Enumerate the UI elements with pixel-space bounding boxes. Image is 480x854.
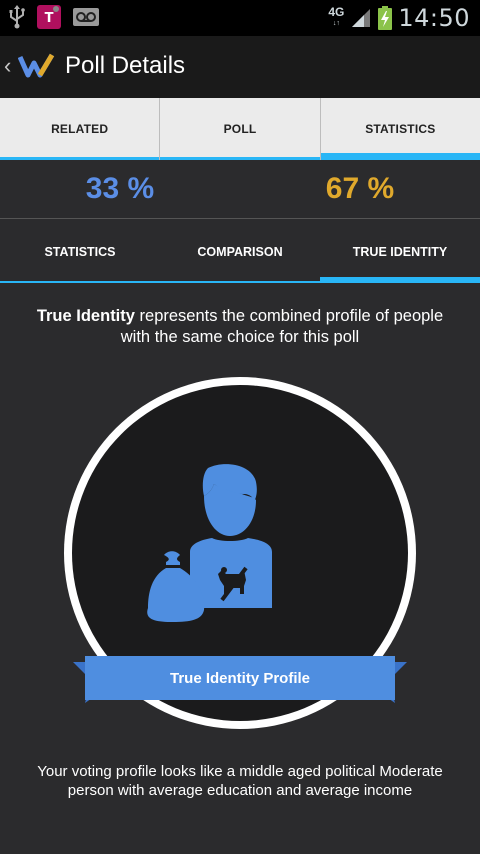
- voicemail-icon: [73, 8, 99, 26]
- subtab-indicator: [0, 281, 160, 283]
- tab-related[interactable]: RELATED: [0, 98, 160, 160]
- clock: 14:50: [398, 4, 470, 32]
- tab-label: POLL: [223, 122, 257, 136]
- network-type: 4G ↓↑: [328, 5, 345, 29]
- t-mobile-app-icon: T: [37, 5, 61, 29]
- subtab-label: TRUE IDENTITY: [352, 244, 448, 259]
- app-logo-icon[interactable]: [18, 53, 56, 79]
- page-title: Poll Details: [65, 52, 186, 79]
- tab-label: RELATED: [51, 122, 109, 136]
- subtab-statistics[interactable]: STATISTICS: [0, 220, 160, 283]
- status-bar: T 4G ↓↑ 14:50: [0, 0, 480, 36]
- tab-statistics[interactable]: STATISTICS: [319, 98, 480, 160]
- description-bold: True Identity: [36, 307, 135, 325]
- tab-indicator-active: [320, 153, 480, 160]
- percent-option-2: 67 %: [325, 172, 395, 205]
- signal-icon: [352, 9, 371, 27]
- tab-label: STATISTICS: [365, 122, 436, 136]
- subtab-comparison[interactable]: COMPARISON: [160, 220, 320, 283]
- true-identity-description: True Identity represents the combined pr…: [20, 306, 460, 348]
- system-icons: 4G ↓↑ 14:50: [328, 0, 470, 36]
- subtab-true-identity[interactable]: TRUE IDENTITY: [320, 220, 480, 283]
- svg-text:T: T: [45, 11, 54, 26]
- tab-poll[interactable]: POLL: [159, 98, 320, 160]
- usb-icon: [9, 5, 25, 29]
- subtab-label: STATISTICS: [44, 244, 116, 259]
- network-activity: ↓↑: [332, 20, 340, 27]
- network-label: 4G: [328, 5, 345, 19]
- battery-charging-icon: [378, 6, 393, 30]
- profile-illustration: [147, 464, 272, 622]
- top-tab-bar: RELATED POLL STATISTICS: [0, 98, 480, 160]
- chevron-left-icon[interactable]: ‹: [4, 54, 11, 78]
- profile-summary: Your voting profile looks like a middle …: [37, 763, 443, 799]
- subtab-indicator-active: [320, 277, 480, 283]
- subtab-indicator: [160, 281, 320, 283]
- ribbon-label: True Identity Profile: [169, 669, 311, 687]
- description-text: represents the combined profile of peopl…: [120, 307, 444, 346]
- percent-option-1: 33 %: [85, 172, 155, 205]
- notification-icons: T: [8, 4, 100, 30]
- vote-percentages: 33 % 67 %: [0, 160, 480, 219]
- action-bar: ‹ Poll Details: [0, 36, 480, 98]
- subtab-label: COMPARISON: [197, 244, 283, 259]
- sub-tab-bar: STATISTICS COMPARISON TRUE IDENTITY: [0, 220, 480, 283]
